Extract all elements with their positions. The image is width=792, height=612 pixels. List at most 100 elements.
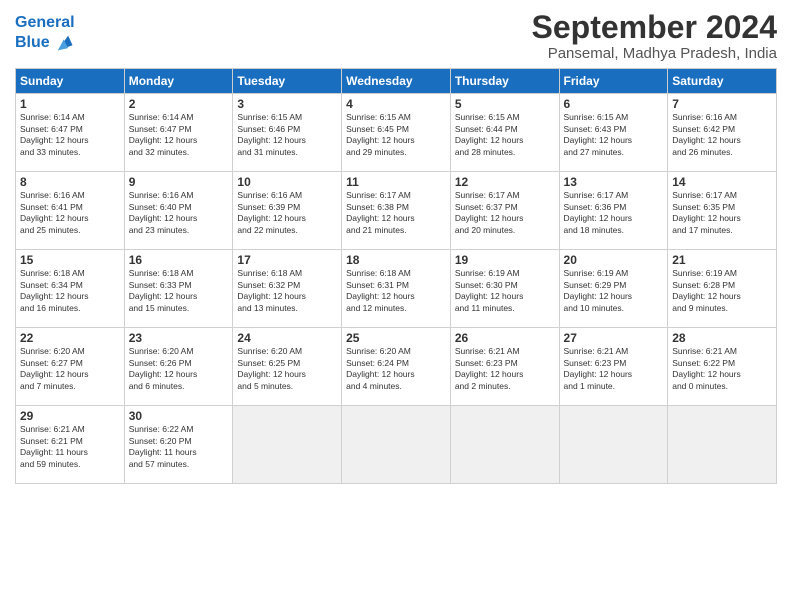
day-cell: 16Sunrise: 6:18 AMSunset: 6:33 PMDayligh… xyxy=(124,250,233,328)
cell-info: Sunrise: 6:16 AMSunset: 6:39 PMDaylight:… xyxy=(237,190,337,236)
day-cell: 14Sunrise: 6:17 AMSunset: 6:35 PMDayligh… xyxy=(668,172,777,250)
day-cell: 27Sunrise: 6:21 AMSunset: 6:23 PMDayligh… xyxy=(559,328,668,406)
day-number: 1 xyxy=(20,97,120,111)
day-cell xyxy=(668,406,777,484)
day-number: 6 xyxy=(564,97,664,111)
day-cell: 15Sunrise: 6:18 AMSunset: 6:34 PMDayligh… xyxy=(16,250,125,328)
day-cell: 13Sunrise: 6:17 AMSunset: 6:36 PMDayligh… xyxy=(559,172,668,250)
cell-info: Sunrise: 6:15 AMSunset: 6:43 PMDaylight:… xyxy=(564,112,664,158)
cell-info: Sunrise: 6:16 AMSunset: 6:40 PMDaylight:… xyxy=(129,190,229,236)
day-cell: 5Sunrise: 6:15 AMSunset: 6:44 PMDaylight… xyxy=(450,94,559,172)
day-number: 23 xyxy=(129,331,229,345)
day-number: 11 xyxy=(346,175,446,189)
cell-info: Sunrise: 6:17 AMSunset: 6:38 PMDaylight:… xyxy=(346,190,446,236)
day-cell xyxy=(450,406,559,484)
cell-info: Sunrise: 6:19 AMSunset: 6:30 PMDaylight:… xyxy=(455,268,555,314)
logo: General Blue xyxy=(15,14,75,54)
day-number: 21 xyxy=(672,253,772,267)
cell-info: Sunrise: 6:19 AMSunset: 6:28 PMDaylight:… xyxy=(672,268,772,314)
day-cell: 28Sunrise: 6:21 AMSunset: 6:22 PMDayligh… xyxy=(668,328,777,406)
day-number: 5 xyxy=(455,97,555,111)
cell-info: Sunrise: 6:18 AMSunset: 6:32 PMDaylight:… xyxy=(237,268,337,314)
title-block: September 2024 Pansemal, Madhya Pradesh,… xyxy=(532,10,777,62)
day-cell: 8Sunrise: 6:16 AMSunset: 6:41 PMDaylight… xyxy=(16,172,125,250)
calendar-table: SundayMondayTuesdayWednesdayThursdayFrid… xyxy=(15,68,777,484)
logo-blue-text: Blue xyxy=(15,34,50,52)
cell-info: Sunrise: 6:15 AMSunset: 6:44 PMDaylight:… xyxy=(455,112,555,158)
day-cell: 7Sunrise: 6:16 AMSunset: 6:42 PMDaylight… xyxy=(668,94,777,172)
cell-info: Sunrise: 6:20 AMSunset: 6:25 PMDaylight:… xyxy=(237,346,337,392)
week-row-2: 15Sunrise: 6:18 AMSunset: 6:34 PMDayligh… xyxy=(16,250,777,328)
day-cell: 3Sunrise: 6:15 AMSunset: 6:46 PMDaylight… xyxy=(233,94,342,172)
cell-info: Sunrise: 6:21 AMSunset: 6:23 PMDaylight:… xyxy=(455,346,555,392)
month-title: September 2024 xyxy=(532,10,777,45)
day-number: 20 xyxy=(564,253,664,267)
day-cell: 25Sunrise: 6:20 AMSunset: 6:24 PMDayligh… xyxy=(342,328,451,406)
day-number: 30 xyxy=(129,409,229,423)
day-number: 24 xyxy=(237,331,337,345)
location: Pansemal, Madhya Pradesh, India xyxy=(532,45,777,62)
day-number: 27 xyxy=(564,331,664,345)
cell-info: Sunrise: 6:17 AMSunset: 6:36 PMDaylight:… xyxy=(564,190,664,236)
day-cell: 6Sunrise: 6:15 AMSunset: 6:43 PMDaylight… xyxy=(559,94,668,172)
cell-info: Sunrise: 6:17 AMSunset: 6:37 PMDaylight:… xyxy=(455,190,555,236)
day-number: 15 xyxy=(20,253,120,267)
cell-info: Sunrise: 6:21 AMSunset: 6:21 PMDaylight:… xyxy=(20,424,120,470)
day-cell: 24Sunrise: 6:20 AMSunset: 6:25 PMDayligh… xyxy=(233,328,342,406)
day-number: 12 xyxy=(455,175,555,189)
day-cell: 19Sunrise: 6:19 AMSunset: 6:30 PMDayligh… xyxy=(450,250,559,328)
day-number: 2 xyxy=(129,97,229,111)
col-header-monday: Monday xyxy=(124,69,233,94)
day-number: 13 xyxy=(564,175,664,189)
day-cell xyxy=(342,406,451,484)
day-cell: 17Sunrise: 6:18 AMSunset: 6:32 PMDayligh… xyxy=(233,250,342,328)
cell-info: Sunrise: 6:18 AMSunset: 6:34 PMDaylight:… xyxy=(20,268,120,314)
cell-info: Sunrise: 6:16 AMSunset: 6:42 PMDaylight:… xyxy=(672,112,772,158)
cell-info: Sunrise: 6:18 AMSunset: 6:33 PMDaylight:… xyxy=(129,268,229,314)
header-row: SundayMondayTuesdayWednesdayThursdayFrid… xyxy=(16,69,777,94)
day-cell: 1Sunrise: 6:14 AMSunset: 6:47 PMDaylight… xyxy=(16,94,125,172)
day-cell: 9Sunrise: 6:16 AMSunset: 6:40 PMDaylight… xyxy=(124,172,233,250)
day-cell xyxy=(559,406,668,484)
cell-info: Sunrise: 6:20 AMSunset: 6:24 PMDaylight:… xyxy=(346,346,446,392)
day-number: 3 xyxy=(237,97,337,111)
main-container: General Blue September 2024 Pansemal, Ma… xyxy=(0,0,792,494)
col-header-friday: Friday xyxy=(559,69,668,94)
day-cell: 29Sunrise: 6:21 AMSunset: 6:21 PMDayligh… xyxy=(16,406,125,484)
day-number: 17 xyxy=(237,253,337,267)
cell-info: Sunrise: 6:22 AMSunset: 6:20 PMDaylight:… xyxy=(129,424,229,470)
day-cell: 11Sunrise: 6:17 AMSunset: 6:38 PMDayligh… xyxy=(342,172,451,250)
day-number: 7 xyxy=(672,97,772,111)
day-cell: 30Sunrise: 6:22 AMSunset: 6:20 PMDayligh… xyxy=(124,406,233,484)
day-cell: 21Sunrise: 6:19 AMSunset: 6:28 PMDayligh… xyxy=(668,250,777,328)
cell-info: Sunrise: 6:19 AMSunset: 6:29 PMDaylight:… xyxy=(564,268,664,314)
day-number: 14 xyxy=(672,175,772,189)
cell-info: Sunrise: 6:15 AMSunset: 6:46 PMDaylight:… xyxy=(237,112,337,158)
day-number: 18 xyxy=(346,253,446,267)
cell-info: Sunrise: 6:16 AMSunset: 6:41 PMDaylight:… xyxy=(20,190,120,236)
day-number: 4 xyxy=(346,97,446,111)
day-cell: 26Sunrise: 6:21 AMSunset: 6:23 PMDayligh… xyxy=(450,328,559,406)
day-cell: 18Sunrise: 6:18 AMSunset: 6:31 PMDayligh… xyxy=(342,250,451,328)
logo-text: General xyxy=(15,14,75,32)
day-number: 10 xyxy=(237,175,337,189)
day-number: 19 xyxy=(455,253,555,267)
col-header-wednesday: Wednesday xyxy=(342,69,451,94)
day-cell: 2Sunrise: 6:14 AMSunset: 6:47 PMDaylight… xyxy=(124,94,233,172)
day-number: 22 xyxy=(20,331,120,345)
day-number: 8 xyxy=(20,175,120,189)
week-row-3: 22Sunrise: 6:20 AMSunset: 6:27 PMDayligh… xyxy=(16,328,777,406)
cell-info: Sunrise: 6:20 AMSunset: 6:26 PMDaylight:… xyxy=(129,346,229,392)
logo-icon xyxy=(52,32,74,54)
week-row-1: 8Sunrise: 6:16 AMSunset: 6:41 PMDaylight… xyxy=(16,172,777,250)
day-number: 28 xyxy=(672,331,772,345)
cell-info: Sunrise: 6:18 AMSunset: 6:31 PMDaylight:… xyxy=(346,268,446,314)
day-cell: 4Sunrise: 6:15 AMSunset: 6:45 PMDaylight… xyxy=(342,94,451,172)
day-number: 26 xyxy=(455,331,555,345)
week-row-0: 1 Sunrise: 6:14 AMSunset: 6:47 PMDaylight… xyxy=(16,94,777,172)
header: General Blue September 2024 Pansemal, Ma… xyxy=(15,10,777,62)
cell-info: Sunrise: 6:21 AMSunset: 6:22 PMDaylight:… xyxy=(672,346,772,392)
cell-info: Sunrise: 6:14 AMSunset: 6:47 PMDaylight:… xyxy=(129,112,229,158)
day-cell xyxy=(233,406,342,484)
day-cell: 22Sunrise: 6:20 AMSunset: 6:27 PMDayligh… xyxy=(16,328,125,406)
